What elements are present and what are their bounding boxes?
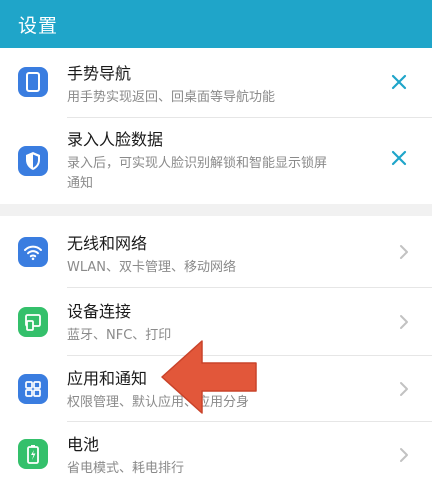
shield-icon bbox=[18, 146, 48, 176]
chevron-right-icon bbox=[396, 444, 412, 466]
suggestion-title: 手势导航 bbox=[67, 64, 132, 83]
settings-item-title: 无线和网络 bbox=[67, 234, 148, 253]
chevron-right-icon bbox=[396, 241, 412, 263]
suggestion-title: 录入人脸数据 bbox=[67, 130, 164, 149]
chevron-right-icon bbox=[396, 311, 412, 333]
settings-item-wireless-network[interactable]: 无线和网络 WLAN、双卡管理、移动网络 bbox=[0, 216, 432, 288]
close-icon[interactable] bbox=[388, 147, 410, 169]
settings-item-title: 电池 bbox=[67, 435, 100, 454]
device-connect-icon bbox=[18, 307, 48, 337]
app-header: 设置 bbox=[0, 0, 432, 48]
settings-item-title: 设备连接 bbox=[67, 302, 132, 321]
chevron-right-icon bbox=[396, 378, 412, 400]
phone-icon bbox=[18, 67, 48, 97]
settings-item-subtitle: 蓝牙、NFC、打印 bbox=[67, 328, 172, 343]
suggestion-gesture-navigation[interactable]: 手势导航 用手势实现返回、回桌面等导航功能 bbox=[0, 48, 432, 118]
red-arrow-annotation bbox=[158, 337, 260, 417]
settings-item-subtitle: WLAN、双卡管理、移动网络 bbox=[67, 260, 237, 275]
suggestion-subtitle-line2: 通知 bbox=[67, 176, 94, 191]
section-gap bbox=[0, 204, 432, 216]
suggestion-subtitle: 用手势实现返回、回桌面等导航功能 bbox=[67, 90, 276, 105]
settings-screen: 设置 手势导航 用手势实现返回、回桌面等导航功能 录入人脸数据 录入后，可实现人… bbox=[0, 0, 432, 500]
settings-item-battery[interactable]: 电池 省电模式、耗电排行 bbox=[0, 422, 432, 490]
suggestions-section: 手势导航 用手势实现返回、回桌面等导航功能 录入人脸数据 录入后，可实现人脸识别… bbox=[0, 48, 432, 204]
close-icon[interactable] bbox=[388, 71, 410, 93]
apps-grid-icon bbox=[18, 374, 48, 404]
battery-icon bbox=[18, 439, 48, 469]
suggestion-subtitle-line1: 录入后，可实现人脸识别解锁和智能显示锁屏 bbox=[67, 156, 328, 171]
page-title: 设置 bbox=[18, 14, 59, 37]
settings-item-subtitle: 省电模式、耗电排行 bbox=[67, 461, 185, 476]
suggestion-face-data[interactable]: 录入人脸数据 录入后，可实现人脸识别解锁和智能显示锁屏 通知 bbox=[0, 118, 432, 204]
wifi-icon bbox=[18, 237, 48, 267]
